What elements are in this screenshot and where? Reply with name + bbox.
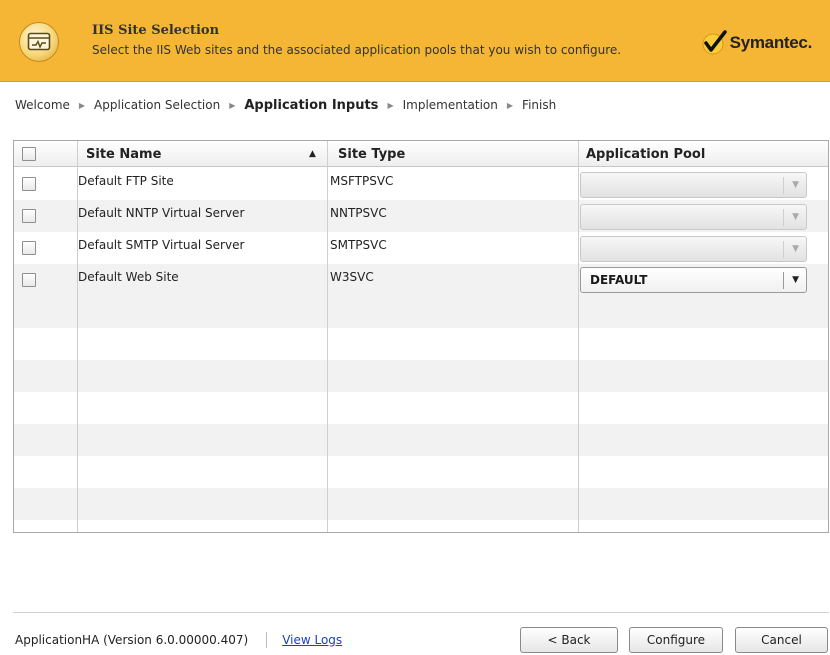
site-name-cell: Default Web Site [78,270,179,284]
row-checkbox[interactable] [22,241,36,255]
table-row[interactable]: Default Web Site W3SVC DEFAULT ▼ [14,264,828,296]
page-subtitle: Select the IIS Web sites and the associa… [92,43,622,57]
chevron-down-icon: ▼ [792,180,799,190]
footer-info: ApplicationHA (Version 6.0.00000.407) Vi… [15,632,342,648]
version-label: ApplicationHA (Version 6.0.00000.407) [15,633,249,647]
triangle-right-icon: ▶ [78,100,86,110]
table-row[interactable]: Default NNTP Virtual Server NNTPSVC ▼ [14,200,828,232]
breadcrumb-application-selection: Application Selection [94,98,221,112]
empty-row [14,424,828,456]
application-pool-dropdown: ▼ [580,172,807,198]
page-title: IIS Site Selection [92,23,220,38]
chevron-down-icon[interactable]: ▼ [792,275,799,285]
column-divider [578,141,579,532]
site-type-cell: MSFTPSVC [330,174,394,188]
triangle-right-icon: ▶ [229,100,236,110]
triangle-right-icon: ▶ [387,100,394,110]
empty-row [14,488,828,520]
triangle-right-icon: ▶ [506,100,514,110]
application-pool-dropdown[interactable]: DEFAULT ▼ [580,267,807,293]
breadcrumb-finish: Finish [522,98,557,112]
site-name-cell: Default FTP Site [78,174,174,188]
row-checkbox[interactable] [22,177,36,191]
footer-divider [13,612,829,613]
checkmark-logo-icon [702,30,727,55]
column-header-site-name[interactable]: Site Name [86,141,161,167]
brand-name: Symantec. [729,33,813,52]
footer-separator [266,632,268,648]
sort-ascending-icon[interactable]: ▲ [309,149,316,159]
select-all-checkbox[interactable] [22,147,36,161]
site-name-cell: Default NNTP Virtual Server [78,206,245,220]
symantec-logo: Symantec. [700,28,812,58]
application-pool-dropdown: ▼ [580,204,807,230]
site-selection-table: Site Name ▲ Site Type Application Pool D… [13,140,829,533]
back-button[interactable]: < Back [520,627,618,653]
column-divider [327,141,328,532]
view-logs-link[interactable]: View Logs [282,633,342,647]
column-header-application-pool[interactable]: Application Pool [586,141,705,167]
breadcrumb-implementation: Implementation [402,98,498,112]
column-divider [77,141,78,532]
row-checkbox[interactable] [22,273,36,287]
breadcrumb: Welcome ▶ Application Selection ▶ Applic… [15,96,556,114]
breadcrumb-application-inputs: Application Inputs [244,97,379,113]
cancel-button[interactable]: Cancel [735,627,828,653]
table-row[interactable]: Default SMTP Virtual Server SMTPSVC ▼ [14,232,828,264]
console-window-icon [19,22,59,62]
chevron-down-icon: ▼ [792,212,799,222]
configure-button[interactable]: Configure [629,627,723,653]
table-row[interactable]: Default FTP Site MSFTPSVC ▼ [14,168,828,200]
table-header: Site Name ▲ Site Type Application Pool [14,141,828,167]
chevron-down-icon: ▼ [792,244,799,254]
site-name-cell: Default SMTP Virtual Server [78,238,245,252]
breadcrumb-welcome: Welcome [15,98,70,112]
application-pool-value: DEFAULT [590,273,648,287]
empty-row [14,296,828,328]
site-type-cell: NNTPSVC [330,206,387,220]
site-type-cell: W3SVC [330,270,374,284]
application-pool-dropdown: ▼ [580,236,807,262]
site-type-cell: SMTPSVC [330,238,387,252]
row-checkbox[interactable] [22,209,36,223]
column-header-site-type[interactable]: Site Type [338,141,405,167]
empty-row [14,360,828,392]
header-banner: IIS Site Selection Select the IIS Web si… [0,0,830,82]
